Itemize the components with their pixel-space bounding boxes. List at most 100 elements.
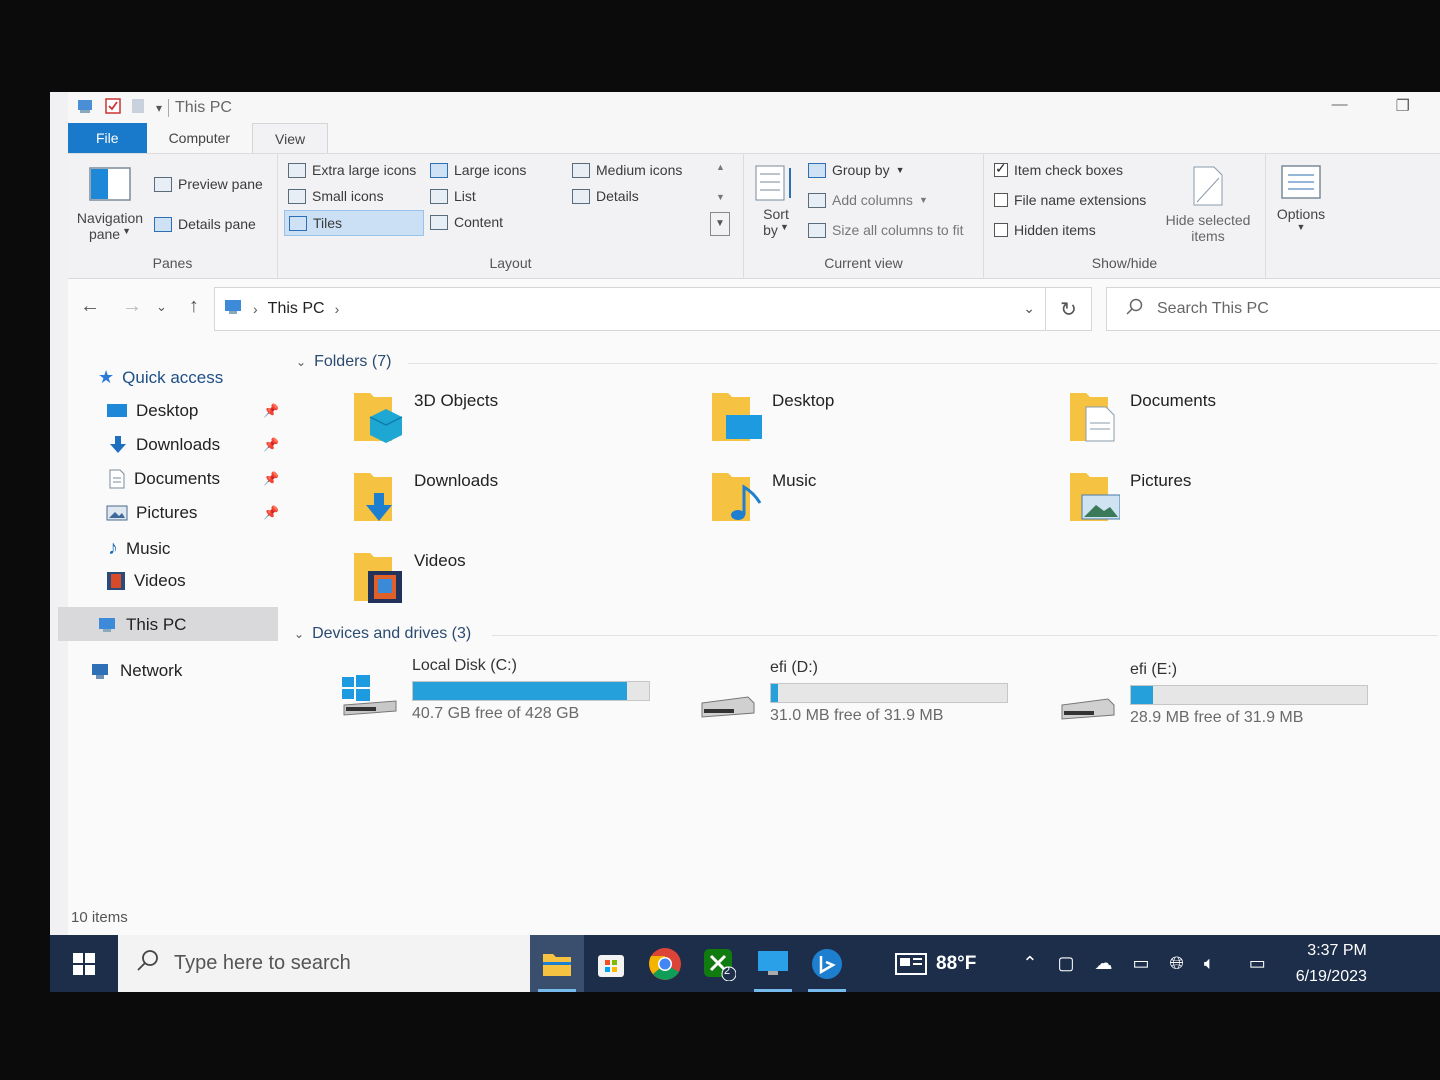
options-button[interactable]: Options ▼ xyxy=(1268,164,1334,232)
restore-button[interactable]: ❐ xyxy=(1396,96,1410,116)
section-divider xyxy=(408,363,1438,364)
nav-network[interactable]: Network xyxy=(90,661,182,681)
recent-locations-icon[interactable]: ⌄ xyxy=(156,299,167,318)
file-name-extensions-checkbox[interactable] xyxy=(994,193,1008,207)
layout-details[interactable]: Details xyxy=(572,188,639,204)
onedrive-icon[interactable]: ☁ xyxy=(1094,953,1112,974)
layout-content[interactable]: Content xyxy=(430,214,503,230)
layout-expand-icon[interactable]: ▼ xyxy=(710,212,730,236)
folder-desktop-label: Desktop xyxy=(772,391,835,410)
title-bar: ▾ This PC — ❐ xyxy=(68,92,1440,124)
item-check-boxes-checkbox[interactable] xyxy=(994,160,1008,177)
size-columns-button[interactable]: Size all columns to fit xyxy=(808,222,964,238)
hidden-items-toggle[interactable]: Hidden items xyxy=(994,222,1096,238)
hide-selected-icon xyxy=(1193,166,1223,206)
volume-icon[interactable]: 🔈︎ xyxy=(1204,953,1215,974)
taskbar-chrome[interactable] xyxy=(638,935,692,992)
group-by-button[interactable]: Group by ▼ xyxy=(808,162,905,178)
address-bar[interactable]: › This PC › ⌄ xyxy=(214,287,1046,331)
navigation-pane-button[interactable]: Navigation pane ▼ xyxy=(74,166,146,242)
hide-selected-label: Hide selected xyxy=(1165,212,1251,228)
breadcrumb-chevron-icon-2[interactable]: › xyxy=(335,301,340,317)
folder-3d-objects[interactable]: 3D Objects xyxy=(352,387,682,457)
preview-pane-button[interactable]: Preview pane xyxy=(154,176,263,192)
address-dropdown-icon[interactable]: ⌄ xyxy=(1023,300,1035,317)
drive-d[interactable]: efi (D:) 31.0 MB free of 31.9 MB xyxy=(698,659,1028,729)
taskbar-remote-desktop[interactable] xyxy=(746,935,800,992)
properties-icon[interactable] xyxy=(104,97,122,120)
weather-temperature: 88°F xyxy=(936,952,977,974)
taskbar-store[interactable] xyxy=(584,935,638,992)
nav-item-music[interactable]: ♪ Music xyxy=(108,537,170,560)
up-arrow-icon[interactable]: ↑ xyxy=(189,295,199,318)
network-globe-icon[interactable]: 🌐︎ xyxy=(1169,953,1183,974)
folder-documents[interactable]: Documents xyxy=(1068,387,1398,457)
folder-desktop[interactable]: Desktop xyxy=(710,387,1040,457)
sort-by-button[interactable]: Sort by ▼ xyxy=(754,162,798,238)
new-folder-icon[interactable] xyxy=(130,97,148,120)
layout-group-label: Layout xyxy=(489,255,532,271)
meet-now-icon[interactable]: ▢ xyxy=(1057,953,1074,974)
folders-section-header[interactable]: ⌄ Folders (7) xyxy=(296,353,391,371)
nav-this-pc[interactable]: This PC xyxy=(98,615,186,635)
item-check-boxes-toggle[interactable]: Item check boxes xyxy=(994,160,1123,178)
taskbar-file-explorer[interactable] xyxy=(530,935,584,992)
nav-item-pictures[interactable]: Pictures xyxy=(106,503,197,523)
clock[interactable]: 3:37 PM 6/19/2023 xyxy=(1296,938,1367,990)
layout-scroll-up-icon[interactable]: ▲ xyxy=(716,162,725,172)
folder-downloads[interactable]: Downloads xyxy=(352,467,682,537)
layout-tiles[interactable]: Tiles xyxy=(284,210,424,236)
drive-c-free-space: 40.7 GB free of 428 GB xyxy=(412,705,580,722)
customize-qat-icon[interactable]: ▾ xyxy=(156,101,162,115)
taskbar-edge-app[interactable] xyxy=(800,935,854,992)
show-hidden-icons-icon[interactable]: ⌃ xyxy=(1022,953,1037,974)
breadcrumb-this-pc[interactable]: This PC xyxy=(268,300,325,318)
tab-file[interactable]: File xyxy=(68,123,147,153)
hidden-items-checkbox[interactable] xyxy=(994,223,1008,237)
nav-item-desktop[interactable]: Desktop xyxy=(106,401,198,421)
3d-objects-folder-icon xyxy=(354,393,403,443)
devices-section-header[interactable]: ⌄ Devices and drives (3) xyxy=(294,625,471,643)
folder-music[interactable]: Music xyxy=(710,467,1040,537)
battery-icon[interactable]: ▭ xyxy=(1132,953,1149,974)
nav-item-videos[interactable]: Videos xyxy=(106,571,186,591)
taskbar-search-box[interactable]: Type here to search xyxy=(118,935,530,992)
clock-date: 6/19/2023 xyxy=(1295,967,1367,985)
drive-e-free-space: 28.9 MB free of 31.9 MB xyxy=(1130,709,1304,726)
tablet-mode-icon[interactable]: ▭ xyxy=(1249,953,1266,974)
layout-large-icons[interactable]: Large icons xyxy=(430,162,526,178)
back-arrow-icon[interactable]: ← xyxy=(80,295,100,318)
start-button[interactable] xyxy=(50,935,118,992)
minimize-button[interactable]: — xyxy=(1332,96,1348,116)
content-icon xyxy=(430,214,448,230)
collapse-chevron-icon[interactable]: ⌄ xyxy=(296,355,306,369)
folder-pictures[interactable]: Pictures xyxy=(1068,467,1398,537)
search-box[interactable]: Search This PC xyxy=(1106,287,1440,331)
nav-item-downloads[interactable]: Downloads xyxy=(108,435,220,455)
forward-arrow-icon[interactable]: → xyxy=(122,295,142,318)
layout-extra-large-icons[interactable]: Extra large icons xyxy=(288,162,416,178)
nav-item-documents[interactable]: Documents xyxy=(108,469,220,489)
documents-folder-icon xyxy=(1070,393,1115,442)
layout-list[interactable]: List xyxy=(430,188,476,204)
layout-scroll-down-icon[interactable]: ▼ xyxy=(716,192,725,202)
taskbar-xbox[interactable]: 2 xyxy=(692,935,746,992)
network-icon xyxy=(92,664,108,679)
nav-quick-access[interactable]: ★ Quick access xyxy=(98,367,223,388)
drive-c[interactable]: Local Disk (C:) 40.7 GB free of 428 GB xyxy=(340,657,670,727)
tab-computer[interactable]: Computer xyxy=(147,123,252,153)
details-pane-button[interactable]: Details pane xyxy=(154,216,256,232)
hide-selected-button[interactable]: Hide selected items xyxy=(1160,164,1256,244)
tab-view[interactable]: View xyxy=(252,123,329,153)
drive-e[interactable]: efi (E:) 28.9 MB free of 31.9 MB xyxy=(1058,661,1388,731)
weather-widget[interactable]: 88°F xyxy=(894,952,976,976)
layout-medium-icons[interactable]: Medium icons xyxy=(572,162,682,178)
layout-small-icons[interactable]: Small icons xyxy=(288,188,384,204)
collapse-chevron-icon[interactable]: ⌄ xyxy=(294,627,304,641)
refresh-button[interactable]: ↻ xyxy=(1046,287,1092,331)
store-icon xyxy=(598,954,624,977)
folder-videos[interactable]: Videos xyxy=(352,547,682,617)
breadcrumb-chevron-icon[interactable]: › xyxy=(253,301,258,317)
file-name-extensions-toggle[interactable]: File name extensions xyxy=(994,192,1146,208)
add-columns-button[interactable]: Add columns ▼ xyxy=(808,192,928,208)
